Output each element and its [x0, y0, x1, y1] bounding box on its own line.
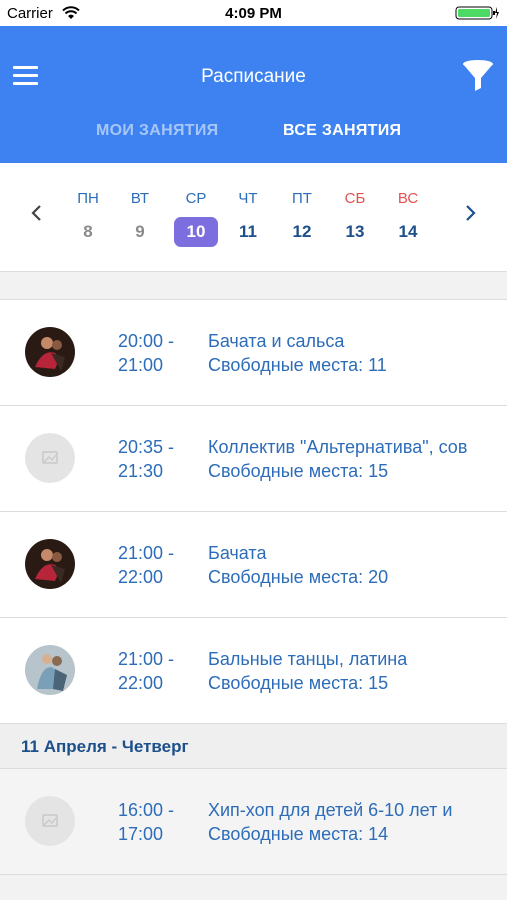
class-row[interactable]: 21:00 - 22:00 Бачата Свободные места: 20	[0, 512, 507, 618]
filter-icon[interactable]	[461, 58, 495, 94]
class-end-time: 17:00	[118, 824, 164, 844]
class-seats: Свободные места: 14	[208, 824, 389, 844]
day-mon[interactable]: ПН 8	[64, 189, 112, 247]
class-row[interactable]: 16:00 - 17:00 Хип-хоп для детей 6-10 лет…	[0, 769, 507, 875]
list-spacer	[0, 272, 507, 300]
week-selector: ПН 8 ВТ 9 СР 10 ЧТ 11 ПТ 12 СБ 13 ВС 14	[0, 163, 507, 272]
class-info: Бачата Свободные места: 20	[208, 541, 488, 589]
day-section-header: 11 Апреля - Четверг	[0, 724, 507, 769]
class-time: 21:00 - 22:00	[118, 541, 208, 589]
app-header: Расписание МОИ ЗАНЯТИЯ ВСЕ ЗАНЯТИЯ	[0, 26, 507, 163]
day-sat[interactable]: СБ 13	[331, 189, 379, 247]
day-number: 13	[345, 222, 365, 241]
class-start-time: 20:00 -	[118, 331, 175, 351]
class-info: Хип-хоп для детей 6-10 лет и Свободные м…	[208, 798, 488, 846]
page-title: Расписание	[201, 66, 306, 87]
day-sun[interactable]: ВС 14	[384, 189, 432, 247]
day-number: 8	[83, 222, 93, 241]
class-photo-avatar	[25, 645, 75, 695]
class-photo-avatar	[25, 539, 75, 589]
class-title: Бачата	[208, 543, 267, 563]
class-seats: Свободные места: 11	[208, 355, 387, 375]
class-info: Бачата и сальса Свободные места: 11	[208, 329, 488, 377]
class-info: Бальные танцы, латина Свободные места: 1…	[208, 647, 488, 695]
day-name: ВТ	[130, 190, 150, 207]
tab-bar: МОИ ЗАНЯТИЯ ВСЕ ЗАНЯТИЯ	[0, 122, 507, 146]
tab-all-classes[interactable]: ВСЕ ЗАНЯТИЯ	[283, 122, 401, 140]
class-time: 20:00 - 21:00	[118, 329, 208, 377]
day-name: ПН	[77, 190, 99, 207]
class-seats: Свободные места: 15	[208, 673, 389, 693]
day-name: ПТ	[292, 190, 312, 207]
day-number: 12	[292, 222, 312, 241]
class-row[interactable]: 20:35 - 21:30 Коллектив "Альтернатива", …	[0, 406, 507, 512]
day-name: СБ	[344, 190, 366, 207]
class-seats: Свободные места: 15	[208, 461, 389, 481]
day-fri[interactable]: ПТ 12	[278, 189, 326, 247]
class-seats: Свободные места: 20	[208, 567, 389, 587]
class-row[interactable]: 21:00 - 22:00 Бальные танцы, латина Своб…	[0, 618, 507, 724]
class-list: 20:00 - 21:00 Бачата и сальса Свободные …	[0, 272, 507, 900]
tab-my-classes[interactable]: МОИ ЗАНЯТИЯ	[96, 122, 218, 140]
day-name: ЧТ	[238, 190, 258, 207]
section-title: 11 Апреля - Четверг	[21, 737, 189, 756]
class-title: Коллектив "Альтернатива", сов	[208, 437, 468, 457]
chevron-left-icon[interactable]	[26, 201, 48, 225]
class-end-time: 21:00	[118, 355, 164, 375]
image-placeholder-icon	[25, 433, 75, 483]
class-time: 21:00 - 22:00	[118, 647, 208, 695]
status-time: 4:09 PM	[225, 5, 282, 22]
class-start-time: 20:35 -	[118, 437, 175, 457]
chevron-right-icon[interactable]	[459, 201, 481, 225]
day-number: 14	[398, 222, 418, 241]
day-name: ВС	[397, 190, 419, 207]
class-end-time: 22:00	[118, 567, 164, 587]
day-tue[interactable]: ВТ 9	[116, 189, 164, 247]
class-time: 16:00 - 17:00	[118, 798, 208, 846]
class-start-time: 21:00 -	[118, 543, 175, 563]
class-title: Бальные танцы, латина	[208, 649, 408, 669]
class-start-time: 21:00 -	[118, 649, 175, 669]
day-name: СР	[185, 190, 207, 207]
day-number: 11	[239, 222, 257, 241]
class-time: 20:35 - 21:30	[118, 435, 208, 483]
day-thu[interactable]: ЧТ 11	[224, 189, 272, 247]
battery-icon	[455, 6, 499, 20]
day-number: 9	[135, 222, 145, 241]
class-photo-avatar	[25, 327, 75, 377]
class-info: Коллектив "Альтернатива", сов Свободные …	[208, 435, 488, 483]
class-start-time: 16:00 -	[118, 800, 175, 820]
class-end-time: 21:30	[118, 461, 164, 481]
class-title: Бачата и сальса	[208, 331, 345, 351]
class-row[interactable]: 20:00 - 21:00 Бачата и сальса Свободные …	[0, 300, 507, 406]
status-bar: Carrier 4:09 PM	[0, 0, 507, 26]
day-wed[interactable]: СР 10	[172, 189, 220, 247]
class-title: Хип-хоп для детей 6-10 лет и	[208, 800, 453, 820]
image-placeholder-icon	[25, 796, 75, 846]
day-number-selected: 10	[174, 217, 218, 247]
class-end-time: 22:00	[118, 673, 164, 693]
